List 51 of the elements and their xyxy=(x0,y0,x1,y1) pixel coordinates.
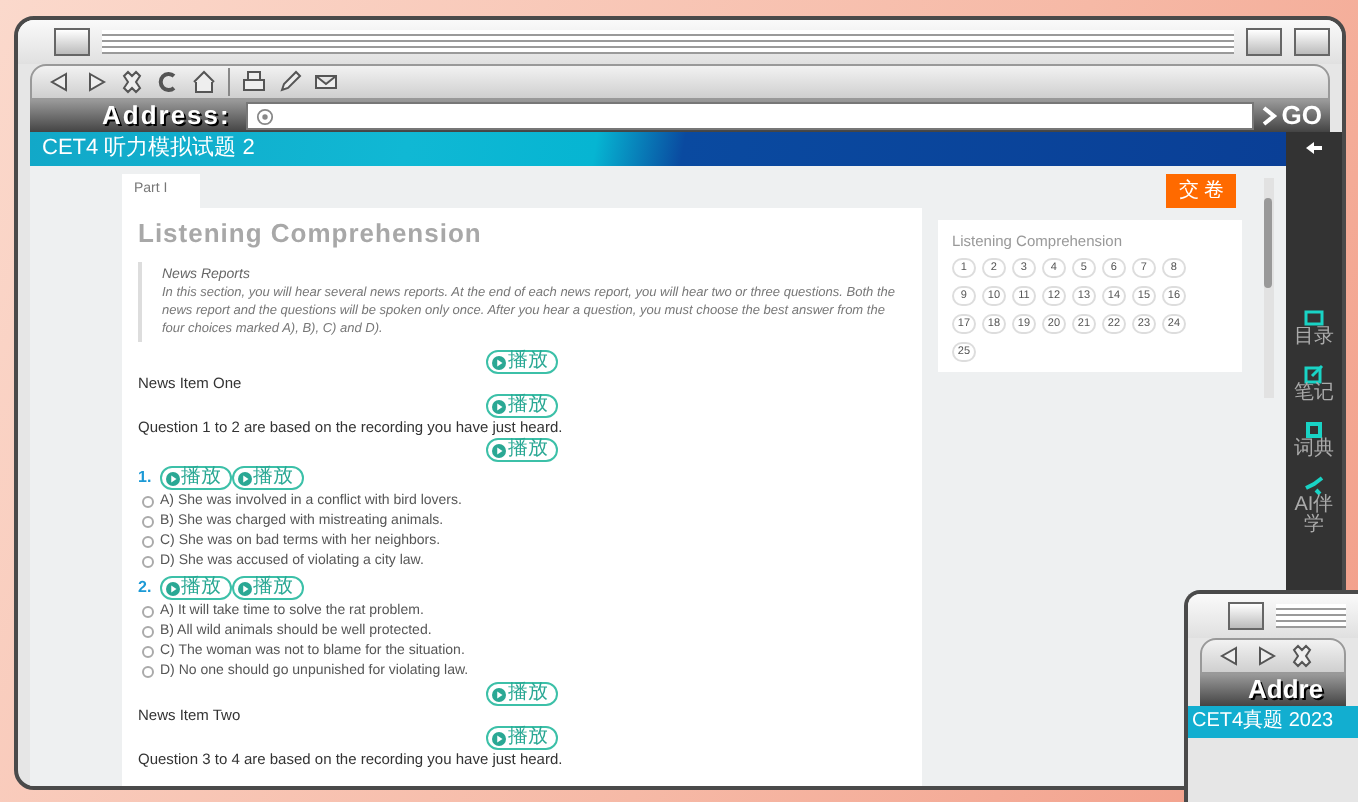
pencil-icon[interactable] xyxy=(278,70,302,94)
play-icon xyxy=(491,355,506,369)
radio-button[interactable] xyxy=(142,626,154,638)
scrollbar[interactable] xyxy=(1264,178,1274,398)
page-title-banner: CET4 听力模拟试题 2 xyxy=(30,132,1286,166)
home-icon[interactable] xyxy=(192,70,216,94)
sidebar-item[interactable]: 目录 xyxy=(1286,308,1342,348)
maximize-button[interactable] xyxy=(1294,28,1330,56)
section-heading: Listening Comprehension xyxy=(138,215,484,252)
printer-icon[interactable] xyxy=(242,70,266,94)
radio-button[interactable] xyxy=(142,646,154,658)
radio-button[interactable] xyxy=(142,496,154,508)
back-icon[interactable] xyxy=(48,70,72,94)
play-icon xyxy=(237,581,252,595)
address-label: Address: xyxy=(100,100,233,132)
sidebar-item[interactable]: 笔记 xyxy=(1286,364,1342,404)
play-icon xyxy=(491,687,506,701)
radio-button[interactable] xyxy=(142,556,154,568)
radio-button[interactable] xyxy=(142,536,154,548)
restore-button[interactable] xyxy=(1246,28,1282,56)
title-bar-stripes xyxy=(1276,604,1346,628)
forward-icon[interactable] xyxy=(1254,644,1278,668)
play-icon xyxy=(165,471,180,485)
back-icon[interactable] xyxy=(1218,644,1242,668)
window-icon xyxy=(1304,308,1324,328)
go-button[interactable]: GO xyxy=(1253,100,1330,132)
chevron-icon xyxy=(1261,106,1278,126)
address-label: Addre xyxy=(1246,674,1324,706)
sidebar-item[interactable]: AI伴学 xyxy=(1286,476,1342,536)
refresh-icon[interactable] xyxy=(156,70,180,94)
edit-icon xyxy=(1304,364,1324,384)
question-number: 1. xyxy=(138,466,152,490)
play-icon xyxy=(491,399,506,413)
radio-button[interactable] xyxy=(142,516,154,528)
stop-icon[interactable] xyxy=(120,70,144,94)
question-number: 2. xyxy=(138,576,152,600)
play-icon xyxy=(491,443,506,457)
back-arrow-icon[interactable] xyxy=(1304,140,1324,156)
address-field[interactable] xyxy=(246,102,1254,130)
forward-icon[interactable] xyxy=(84,70,108,94)
radio-button[interactable] xyxy=(142,666,154,678)
window-menu-button[interactable] xyxy=(1228,602,1264,630)
window-menu-button[interactable] xyxy=(54,28,90,56)
play-icon xyxy=(165,581,180,595)
stop-icon[interactable] xyxy=(1290,644,1314,668)
page-title-banner: CET4真题 2023 xyxy=(1188,706,1358,738)
radio-button[interactable] xyxy=(142,606,154,618)
play-icon xyxy=(491,731,506,745)
mail-icon[interactable] xyxy=(314,70,338,94)
sidebar-item[interactable]: 词典 xyxy=(1286,420,1342,460)
play-icon xyxy=(237,471,252,485)
